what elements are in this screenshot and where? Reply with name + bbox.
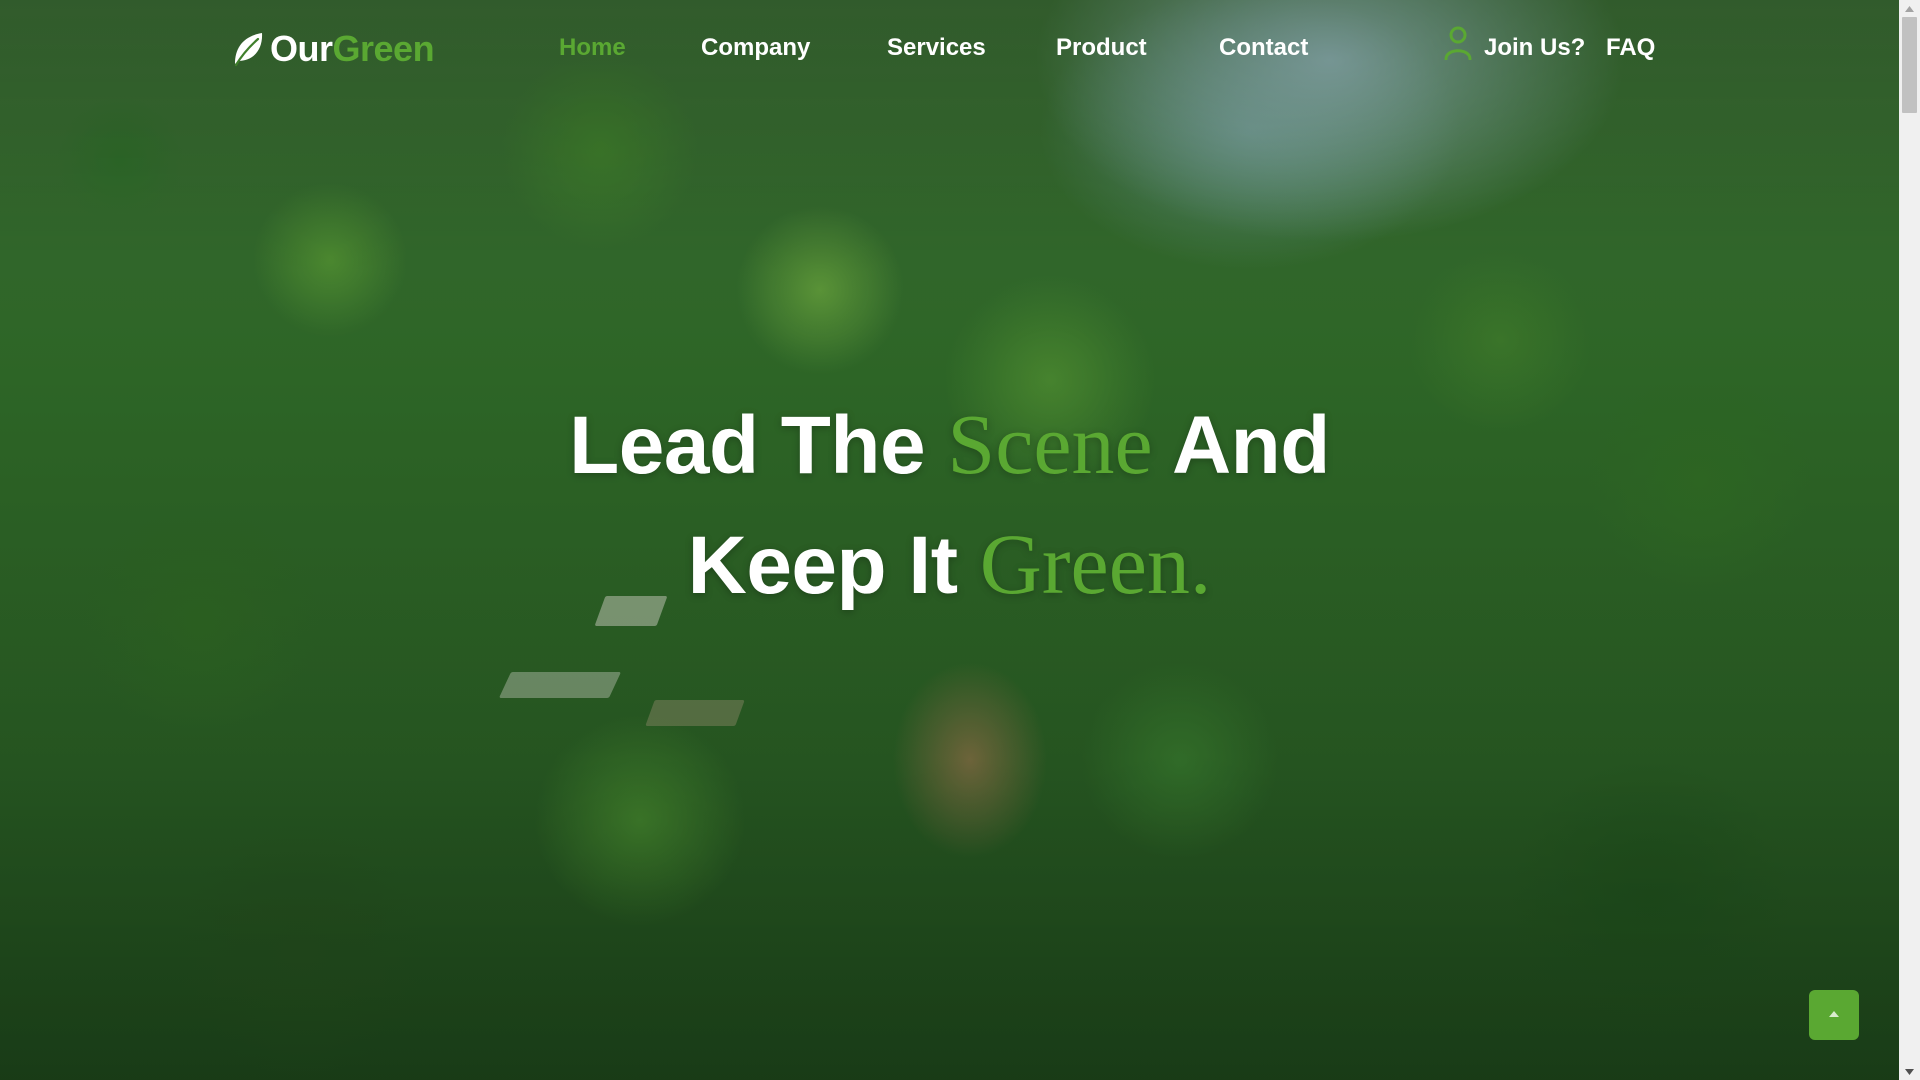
hero-heading: Lead The Scene And Keep It Green. bbox=[0, 385, 1899, 625]
scroll-down-arrow-icon[interactable] bbox=[1899, 1063, 1920, 1080]
back-to-top-button[interactable] bbox=[1809, 990, 1859, 1040]
hero-line1-text: Lead The bbox=[569, 400, 948, 491]
top-navbar: Our Green Home Company Services Product … bbox=[0, 0, 1899, 100]
join-us-link[interactable]: Join Us? bbox=[1484, 34, 1585, 62]
brand-logo[interactable]: Our Green bbox=[232, 28, 435, 70]
arrow-up-icon bbox=[1827, 1006, 1841, 1024]
leaf-icon bbox=[232, 31, 264, 67]
nav-services-link[interactable]: Services bbox=[887, 34, 986, 62]
hero-line1-accent: Scene bbox=[947, 396, 1153, 492]
page: Our Green Home Company Services Product … bbox=[0, 0, 1920, 1080]
nav-contact-link[interactable]: Contact bbox=[1219, 34, 1308, 62]
nav-home-link[interactable]: Home bbox=[559, 34, 626, 62]
hero-line1-text-end: And bbox=[1152, 400, 1330, 491]
hero-line-1: Lead The Scene And bbox=[0, 385, 1899, 505]
scroll-up-arrow-icon[interactable] bbox=[1899, 0, 1920, 17]
nav-product-link[interactable]: Product bbox=[1056, 34, 1147, 62]
hero-line2-accent: Green. bbox=[979, 516, 1212, 612]
user-icon[interactable] bbox=[1444, 26, 1472, 61]
nav-company-link[interactable]: Company bbox=[701, 34, 810, 62]
brand-name-part1: Our bbox=[270, 28, 333, 69]
hero-line2-text: Keep It bbox=[687, 520, 980, 611]
faq-link[interactable]: FAQ bbox=[1606, 34, 1655, 62]
hero-line-2: Keep It Green. bbox=[0, 505, 1899, 625]
scrollbar-thumb[interactable] bbox=[1902, 17, 1917, 113]
brand-name-part2: Green bbox=[332, 28, 435, 69]
vertical-scrollbar[interactable] bbox=[1899, 0, 1920, 1080]
